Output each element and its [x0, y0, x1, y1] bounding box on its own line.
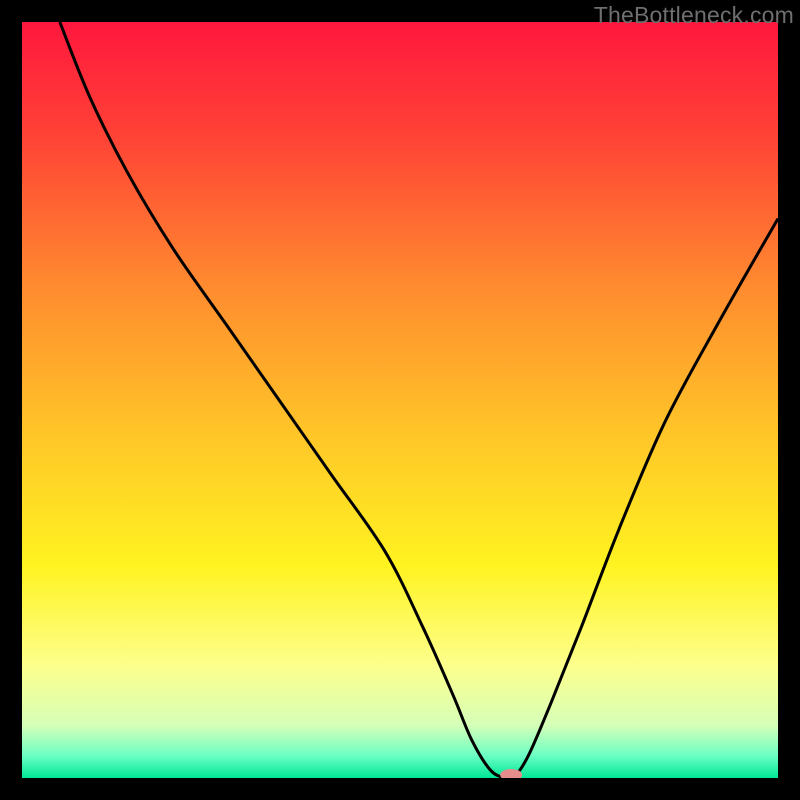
watermark-text: TheBottleneck.com: [594, 2, 794, 29]
bottleneck-chart: [22, 22, 778, 778]
chart-frame: TheBottleneck.com: [0, 0, 800, 800]
chart-background: [22, 22, 778, 778]
